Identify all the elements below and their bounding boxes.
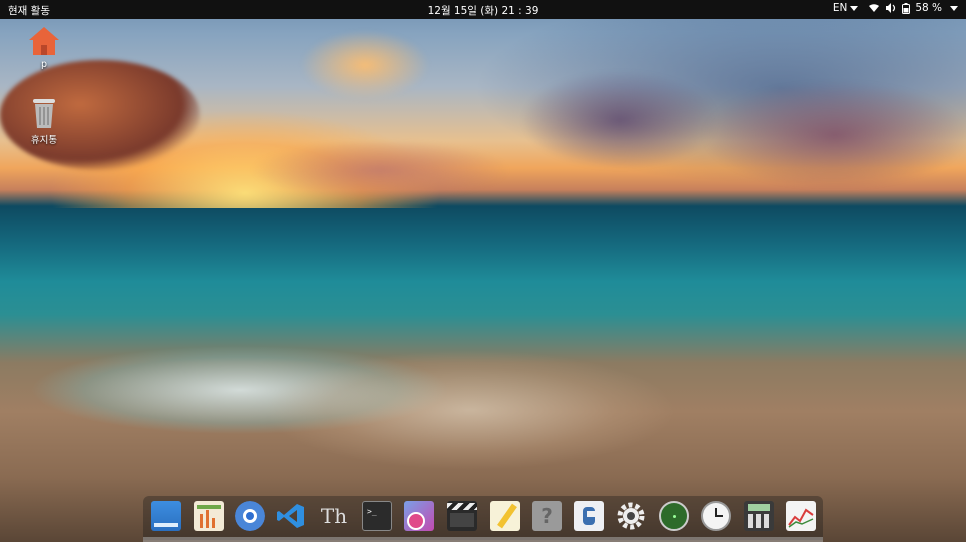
software-icon bbox=[574, 501, 604, 531]
wallpaper-cloud bbox=[700, 80, 966, 190]
text-editor-icon bbox=[490, 501, 520, 531]
clock-app[interactable] bbox=[700, 500, 732, 532]
radar-app[interactable] bbox=[658, 500, 690, 532]
fonts-app[interactable]: Th bbox=[318, 500, 350, 532]
chevron-down-icon bbox=[850, 5, 859, 11]
video-editor-app[interactable] bbox=[446, 500, 478, 532]
files-app[interactable] bbox=[150, 500, 182, 532]
spreadsheet-app[interactable] bbox=[193, 500, 225, 532]
spreadsheet-icon bbox=[194, 501, 224, 531]
help-app[interactable]: ? bbox=[531, 500, 563, 532]
trash-icon bbox=[33, 99, 55, 128]
dock: Th >_ ? bbox=[143, 496, 823, 540]
battery-icon bbox=[902, 2, 911, 14]
desktop-home-folder[interactable]: p bbox=[14, 25, 74, 70]
system-tray: EN 58 % bbox=[833, 2, 958, 14]
system-monitor-app[interactable] bbox=[785, 500, 817, 532]
wifi-icon bbox=[869, 4, 880, 12]
chevron-down-icon bbox=[950, 5, 958, 11]
radar-icon bbox=[659, 501, 689, 531]
video-editor-icon bbox=[447, 501, 477, 531]
fonts-icon: Th bbox=[320, 504, 348, 528]
settings-icon bbox=[617, 502, 645, 530]
desktop-trash[interactable]: 휴지통 bbox=[14, 96, 74, 146]
system-monitor-icon bbox=[786, 501, 816, 531]
dock-edge bbox=[143, 537, 823, 542]
volume-icon bbox=[886, 3, 896, 13]
screenshot-icon bbox=[404, 501, 434, 531]
home-folder-icon bbox=[29, 27, 59, 55]
system-menu[interactable]: 58 % bbox=[868, 2, 958, 14]
wallpaper-cloud bbox=[300, 30, 430, 100]
battery-percent: 58 % bbox=[915, 2, 942, 14]
screenshot-app[interactable] bbox=[403, 500, 435, 532]
text-editor-app[interactable] bbox=[489, 500, 521, 532]
wallpaper-foam bbox=[250, 340, 750, 490]
chromium-app[interactable] bbox=[234, 500, 266, 532]
vscode-app[interactable] bbox=[275, 500, 307, 532]
date-time-menu[interactable]: 12월 15일 (화) 21 : 39 bbox=[428, 5, 539, 17]
files-icon bbox=[151, 501, 181, 531]
clock: 12월 15일 (화) 21 : 39 bbox=[0, 3, 966, 18]
vscode-icon bbox=[277, 504, 304, 528]
activities-button[interactable]: 현재 활동 bbox=[8, 3, 50, 18]
terminal-icon: >_ bbox=[362, 501, 392, 531]
terminal-app[interactable]: >_ bbox=[361, 500, 393, 532]
language-indicator[interactable]: EN bbox=[833, 2, 859, 14]
wallpaper-cloud bbox=[520, 70, 720, 170]
wallpaper-cloud bbox=[250, 140, 510, 200]
desktop-trash-label: 휴지통 bbox=[30, 135, 58, 146]
software-app[interactable] bbox=[573, 500, 605, 532]
clock-icon bbox=[701, 501, 731, 531]
chromium-icon bbox=[235, 501, 265, 531]
calculator-icon bbox=[744, 501, 774, 531]
calculator-app[interactable] bbox=[743, 500, 775, 532]
top-panel: 현재 활동 12월 15일 (화) 21 : 39 EN 58 % bbox=[0, 0, 966, 19]
settings-app[interactable] bbox=[615, 500, 647, 532]
desktop-home-label: p bbox=[40, 59, 48, 70]
help-icon: ? bbox=[532, 501, 562, 531]
